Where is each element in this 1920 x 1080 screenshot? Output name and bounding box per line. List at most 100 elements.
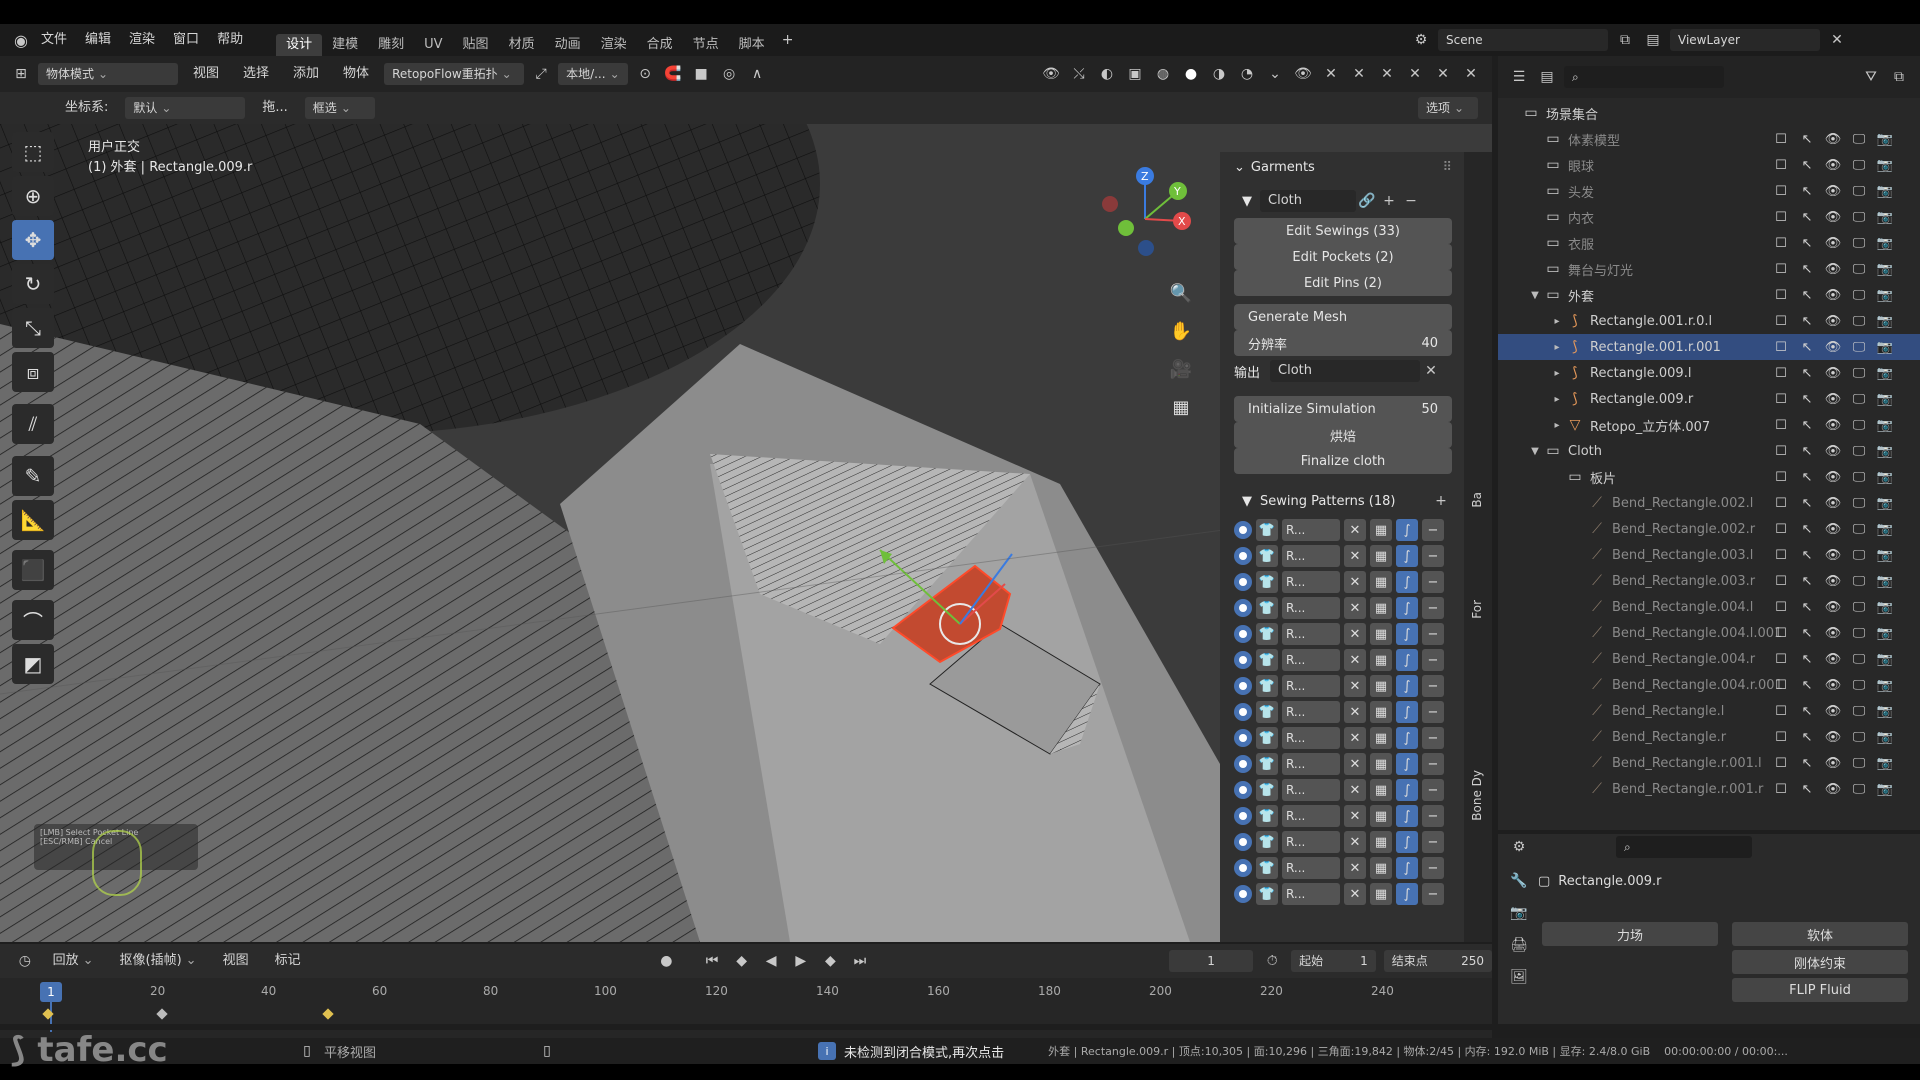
sewing-pattern-row[interactable]: 👕 R... ✕ ▦ ∫ −	[1234, 674, 1452, 698]
eye-icon[interactable]: 👁	[1822, 362, 1844, 384]
display-mode-icon[interactable]: ▤	[1536, 66, 1558, 88]
pattern-name[interactable]: R...	[1282, 545, 1340, 567]
remove-pattern-icon[interactable]: ✕	[1344, 753, 1366, 775]
tool-tab-icon[interactable]: 🔧	[1508, 870, 1530, 892]
mode-dropdown[interactable]: 物体模式	[38, 63, 178, 85]
curve-icon[interactable]: ∫	[1396, 597, 1418, 619]
move-tool[interactable]: ✥	[12, 220, 54, 260]
outliner-editor-icon[interactable]: ☰	[1508, 66, 1530, 88]
select-arrow-icon[interactable]: ↖	[1796, 544, 1818, 566]
new-scene-icon[interactable]: ⧉	[1614, 29, 1636, 51]
proportional-edit-icon[interactable]: ◎	[718, 63, 740, 85]
select-arrow-icon[interactable]: ↖	[1796, 180, 1818, 202]
select-arrow-icon[interactable]: ↖	[1796, 206, 1818, 228]
outliner-row[interactable]: ⟋ Bend_Rectangle.004.l ☐ ↖ 👁 🖵 📷	[1498, 594, 1920, 620]
grid-icon[interactable]: ▦	[1370, 857, 1392, 879]
view-layer-icon[interactable]: ▤	[1642, 29, 1664, 51]
remove-pattern-icon[interactable]: ✕	[1344, 675, 1366, 697]
menu-view[interactable]: 视图	[184, 64, 228, 84]
cloth-lines-tool[interactable]: ⫽	[12, 404, 54, 444]
monitor-icon[interactable]: 🖵	[1848, 310, 1870, 332]
eye-icon[interactable]: 👁	[1822, 180, 1844, 202]
curve-tool[interactable]: ⌒	[12, 600, 54, 640]
render-shading-icon[interactable]: ◔	[1236, 63, 1258, 85]
monitor-icon[interactable]: 🖵	[1848, 362, 1870, 384]
options-dropdown[interactable]: 选项	[1418, 97, 1478, 119]
wireframe-shading-icon[interactable]: ◍	[1152, 63, 1174, 85]
render-camera-icon[interactable]: 📷	[1874, 726, 1896, 748]
sewing-pattern-row[interactable]: 👕 R... ✕ ▦ ∫ −	[1234, 726, 1452, 750]
sewing-pattern-row[interactable]: 👕 R... ✕ ▦ ∫ −	[1234, 570, 1452, 594]
shading-options-icon[interactable]: ⌄	[1264, 63, 1286, 85]
minus-icon[interactable]: −	[1422, 883, 1444, 905]
grid-icon[interactable]: ▦	[1370, 805, 1392, 827]
eye-icon[interactable]: 👁	[1822, 206, 1844, 228]
mirror-z-icon[interactable]: ✕	[1460, 63, 1482, 85]
curve-icon[interactable]: ∫	[1396, 857, 1418, 879]
start-frame-field[interactable]: 起始 1	[1291, 950, 1376, 972]
monitor-icon[interactable]: 🖵	[1848, 180, 1870, 202]
exclude-checkbox-icon[interactable]: ☐	[1770, 778, 1792, 800]
menu-render[interactable]: 渲染	[120, 30, 164, 50]
curve-icon[interactable]: ∫	[1396, 519, 1418, 541]
outliner-row[interactable]: ⟋ Bend_Rectangle.l ☐ ↖ 👁 🖵 📷	[1498, 698, 1920, 724]
workspace-tab[interactable]: 节点	[683, 34, 729, 56]
monitor-icon[interactable]: 🖵	[1848, 570, 1870, 592]
render-camera-icon[interactable]: 📷	[1874, 310, 1896, 332]
cloth-collapse-icon[interactable]: ▼	[1242, 194, 1252, 209]
remove-pattern-icon[interactable]: ✕	[1344, 857, 1366, 879]
eye-icon[interactable]: 👁	[1822, 622, 1844, 644]
exclude-checkbox-icon[interactable]: ☐	[1770, 570, 1792, 592]
render-camera-icon[interactable]: 📷	[1874, 674, 1896, 696]
monitor-icon[interactable]: 🖵	[1848, 206, 1870, 228]
visibility-icon[interactable]: 👁	[1040, 63, 1062, 85]
render-tab-icon[interactable]: 📷	[1508, 902, 1530, 924]
pattern-name[interactable]: R...	[1282, 571, 1340, 593]
camera-icon[interactable]: 🎥	[1164, 352, 1198, 386]
eye-icon[interactable]: 👁	[1822, 518, 1844, 540]
pattern-toggle[interactable]	[1234, 781, 1252, 799]
grid-icon[interactable]: ▦	[1370, 571, 1392, 593]
eye-icon[interactable]: 👁	[1822, 466, 1844, 488]
pattern-toggle[interactable]	[1234, 859, 1252, 877]
drag-handle-icon[interactable]: ⠿	[1442, 160, 1452, 175]
select-arrow-icon[interactable]: ↖	[1796, 388, 1818, 410]
soft-body-button[interactable]: 软体	[1732, 922, 1908, 946]
transform-tool[interactable]: ⧈	[12, 352, 54, 392]
render-camera-icon[interactable]: 📷	[1874, 414, 1896, 436]
grid-icon[interactable]: ▦	[1370, 701, 1392, 723]
grid-icon[interactable]: ▦	[1370, 779, 1392, 801]
minus-icon[interactable]: −	[1422, 597, 1444, 619]
sewing-pattern-row[interactable]: 👕 R... ✕ ▦ ∫ −	[1234, 596, 1452, 620]
remove-pattern-icon[interactable]: ✕	[1344, 571, 1366, 593]
expand-arrow-icon[interactable]: ▸	[1550, 420, 1564, 431]
edit-pins-button[interactable]: Edit Pins (2)	[1234, 270, 1452, 296]
exclude-checkbox-icon[interactable]: ☐	[1770, 388, 1792, 410]
link-icon[interactable]: 🔗	[1356, 190, 1378, 212]
axis-z-icon[interactable]: ✕	[1376, 63, 1398, 85]
monitor-icon[interactable]: 🖵	[1848, 544, 1870, 566]
pivot-icon[interactable]: ⊙	[634, 63, 656, 85]
eye-icon[interactable]: 👁	[1822, 596, 1844, 618]
render-camera-icon[interactable]: 📷	[1874, 518, 1896, 540]
edit-sewings-button[interactable]: Edit Sewings (33)	[1234, 218, 1452, 244]
sewing-pattern-row[interactable]: 👕 R... ✕ ▦ ∫ −	[1234, 518, 1452, 542]
cursor-tool[interactable]: ⊕	[12, 176, 54, 216]
grid-icon[interactable]: ▦	[1370, 623, 1392, 645]
sewing-pattern-row[interactable]: 👕 R... ✕ ▦ ∫ −	[1234, 752, 1452, 776]
curve-icon[interactable]: ∫	[1396, 779, 1418, 801]
monitor-icon[interactable]: 🖵	[1848, 128, 1870, 150]
remove-pattern-icon[interactable]: ✕	[1344, 805, 1366, 827]
blender-logo-icon[interactable]: ◉	[10, 29, 32, 51]
select-arrow-icon[interactable]: ↖	[1796, 154, 1818, 176]
scene-selector[interactable]: Scene	[1438, 29, 1608, 51]
record-icon[interactable]: ●	[656, 950, 678, 972]
mirror-y-icon[interactable]: ✕	[1432, 63, 1454, 85]
solid-shading-icon[interactable]: ●	[1180, 63, 1202, 85]
exclude-checkbox-icon[interactable]: ☐	[1770, 128, 1792, 150]
sewing-pattern-row[interactable]: 👕 R... ✕ ▦ ∫ −	[1234, 778, 1452, 802]
bake-button[interactable]: 烘焙	[1234, 422, 1452, 448]
new-collection-icon[interactable]: ⧉	[1888, 66, 1910, 88]
eye-icon[interactable]: 👁	[1822, 700, 1844, 722]
sewing-pattern-row[interactable]: 👕 R... ✕ ▦ ∫ −	[1234, 700, 1452, 724]
